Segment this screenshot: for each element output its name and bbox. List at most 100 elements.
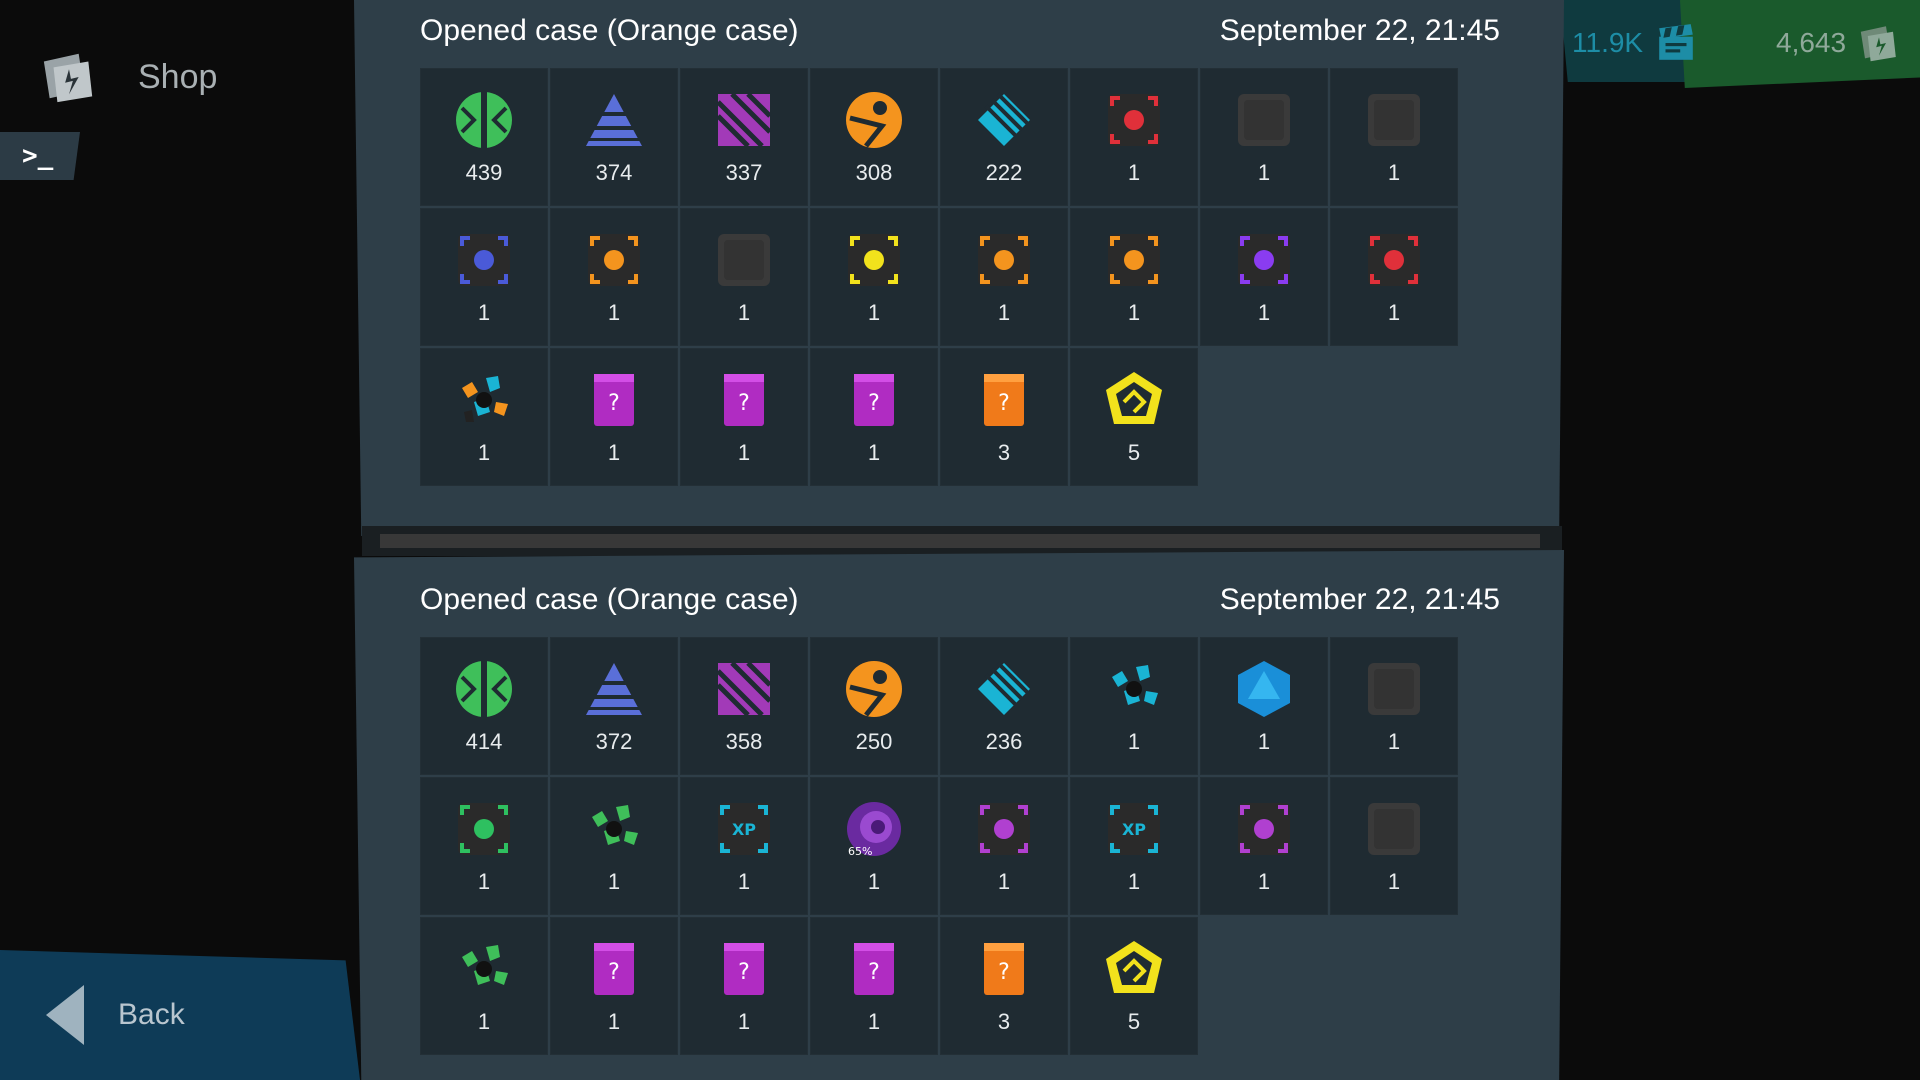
case-item-slot[interactable]: 358	[680, 637, 808, 775]
purple-key-module-icon	[1238, 234, 1290, 286]
case-item-slot[interactable]: 250	[810, 637, 938, 775]
back-button[interactable]: Back	[0, 950, 360, 1080]
case-item-slot[interactable]: 1	[420, 917, 548, 1055]
console-button[interactable]: >_	[0, 132, 80, 180]
case-item-slot[interactable]: 236	[940, 637, 1068, 775]
item-count: 337	[725, 160, 763, 185]
case-item-slot[interactable]: 5	[1070, 917, 1198, 1055]
svg-text:?: ?	[868, 960, 880, 985]
case-item-slot[interactable]: 308	[810, 68, 938, 206]
case-item-slot[interactable]: XP 1	[680, 777, 808, 915]
case-item-slot[interactable]: 1	[420, 208, 548, 346]
item-count: 1	[1387, 729, 1401, 754]
case-item-slot[interactable]: 222	[940, 68, 1068, 206]
case-item-slot[interactable]: 1	[550, 208, 678, 346]
case-item-slot[interactable]: ? 1	[680, 917, 808, 1055]
green-split-icon	[456, 90, 512, 150]
purple-mystery-card-icon: ?	[724, 943, 764, 995]
case-item-slot[interactable]: XP 1	[1070, 777, 1198, 915]
blue-gem-icon	[1238, 661, 1290, 717]
back-label: Back	[118, 998, 185, 1031]
case-items-grid-1: 439 374 337 308 222 1 1 1 1 1 1 1 1 1 1 1 1? 1? 1? 1? 3 5	[420, 68, 1458, 486]
item-count: 1	[1127, 729, 1141, 754]
case-item-slot[interactable]: 1	[1330, 68, 1458, 206]
case-item-slot[interactable]: 439	[420, 68, 548, 206]
svg-text:?: ?	[998, 960, 1010, 985]
svg-text:XP: XP	[1122, 820, 1146, 839]
item-count: 1	[1257, 729, 1271, 754]
case-item-slot[interactable]: 1	[1070, 637, 1198, 775]
svg-text:?: ?	[608, 391, 620, 416]
item-count: 1	[1387, 300, 1401, 325]
case-item-slot[interactable]: ? 3	[940, 348, 1068, 486]
case-item-slot[interactable]: ? 3	[940, 917, 1068, 1055]
case-item-slot[interactable]: 1	[940, 208, 1068, 346]
case-item-slot[interactable]: 1	[1200, 68, 1328, 206]
red-fist-module-icon	[1368, 234, 1420, 286]
case-item-slot[interactable]: 1	[420, 348, 548, 486]
item-count: 236	[985, 729, 1023, 754]
cyan-chevron-icon	[978, 92, 1030, 146]
case-item-slot[interactable]: ? 1	[550, 917, 678, 1055]
item-count: 250	[855, 729, 893, 754]
orange-gear-module-icon	[588, 234, 640, 286]
case-item-slot[interactable]: 1	[680, 208, 808, 346]
svg-text:?: ?	[738, 391, 750, 416]
case-item-slot[interactable]: ? 1	[680, 348, 808, 486]
item-count: 414	[465, 729, 503, 754]
case-item-slot[interactable]: 1	[420, 777, 548, 915]
case-item-slot[interactable]: 1	[550, 777, 678, 915]
orange-gear-module-icon	[978, 234, 1030, 286]
item-count: 439	[465, 160, 503, 185]
case-item-slot[interactable]: 414	[420, 637, 548, 775]
case-item-slot[interactable]: 1	[1070, 68, 1198, 206]
shop-label: Shop	[138, 57, 218, 96]
film-clapper-icon	[1659, 24, 1693, 60]
svg-text:?: ?	[738, 960, 750, 985]
blue-pyramid-icon	[586, 663, 642, 715]
item-count: 1	[1387, 160, 1401, 185]
shop-nav-item[interactable]: Shop	[40, 48, 217, 106]
empty-slot-icon	[1368, 94, 1420, 146]
case-title: Opened case (Orange case)	[420, 583, 799, 616]
orange-mystery-card-icon: ?	[984, 943, 1024, 995]
case-item-slot[interactable]: 1	[1330, 637, 1458, 775]
case-item-slot[interactable]: 1	[940, 777, 1068, 915]
xp-boost-module-icon: XP	[1108, 803, 1160, 855]
currency-film[interactable]: 11.9K	[1572, 22, 1697, 64]
case-item-slot[interactable]: 65% 1	[810, 777, 938, 915]
blue-module-icon	[458, 234, 510, 286]
case-date: September 22, 21:45	[1219, 14, 1500, 47]
case-item-slot[interactable]: ? 1	[810, 348, 938, 486]
case-item-slot[interactable]: ? 1	[810, 917, 938, 1055]
case-item-slot[interactable]: 374	[550, 68, 678, 206]
orange-figure-icon	[846, 92, 902, 148]
item-count: 358	[725, 729, 763, 754]
xp-boost-module-icon: XP	[718, 803, 770, 855]
item-count: 3	[997, 440, 1011, 465]
item-count: 1	[607, 440, 621, 465]
purple-hand-module-icon	[1238, 803, 1290, 855]
item-count: 1	[1127, 869, 1141, 894]
case-item-slot[interactable]: 1	[1330, 208, 1458, 346]
item-count: 1	[607, 300, 621, 325]
case-item-slot[interactable]: 1	[1070, 208, 1198, 346]
item-count: 1	[1257, 869, 1271, 894]
case-item-slot[interactable]: 1	[1200, 208, 1328, 346]
svg-text:?: ?	[868, 391, 880, 416]
case-item-slot[interactable]: 5	[1070, 348, 1198, 486]
case-item-slot[interactable]: 1	[1200, 637, 1328, 775]
svg-text:?: ?	[998, 391, 1010, 416]
case-item-slot[interactable]: 1	[810, 208, 938, 346]
case-item-slot[interactable]: 337	[680, 68, 808, 206]
green-crystals-icon	[462, 945, 508, 985]
case-item-slot[interactable]: 372	[550, 637, 678, 775]
case-item-slot[interactable]: 1	[1330, 777, 1458, 915]
item-count: 1	[867, 1009, 881, 1034]
case-item-slot[interactable]: ? 1	[550, 348, 678, 486]
currency-cards[interactable]: 4,643	[1776, 22, 1900, 64]
item-count: 1	[737, 1009, 751, 1034]
case-item-slot[interactable]: 1	[1200, 777, 1328, 915]
case-items-grid-2: 414 372 358 250 236 1 1 1 1 1 XP 1 65% 1 1 XP 1 1 1 1? 1? 1? 1…	[420, 637, 1458, 1055]
item-count: 372	[595, 729, 633, 754]
